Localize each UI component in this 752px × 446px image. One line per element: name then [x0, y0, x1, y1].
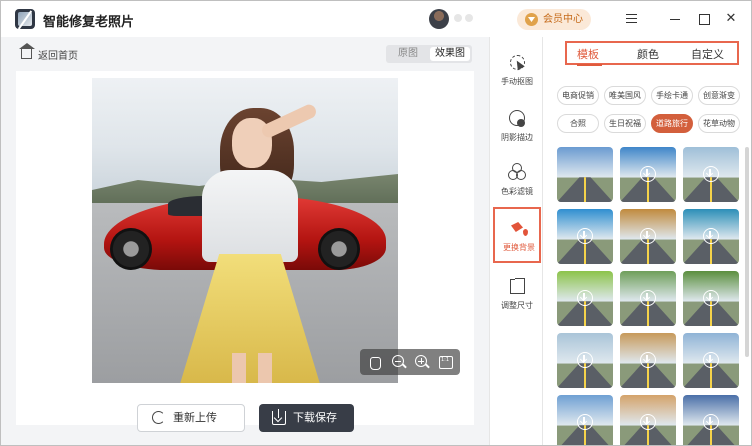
- template-thumbnail[interactable]: [557, 147, 613, 202]
- minimize-icon[interactable]: [666, 10, 684, 28]
- download-badge-icon: [703, 414, 719, 430]
- download-badge-icon: [640, 228, 656, 244]
- category-chip[interactable]: 合照: [557, 114, 599, 133]
- cutout-icon: [508, 53, 526, 71]
- bucket-icon: [510, 219, 528, 237]
- category-chip[interactable]: 电商促销: [557, 86, 599, 105]
- template-thumbnail[interactable]: [683, 147, 739, 202]
- template-thumbnail[interactable]: [620, 147, 676, 202]
- tool-label: 阴影描边: [501, 133, 533, 142]
- tab-color[interactable]: 颜色: [637, 46, 659, 62]
- resize-icon: [508, 277, 526, 295]
- download-label: 下载保存: [293, 411, 337, 424]
- vip-center-button[interactable]: 会员中心: [517, 9, 591, 30]
- zoom-in-icon[interactable]: [414, 354, 430, 370]
- preview-canvas: [16, 71, 474, 425]
- app-title: 智能修复老照片: [43, 15, 135, 30]
- category-chip[interactable]: 花草动物: [698, 114, 740, 133]
- category-chip[interactable]: 创意渐变: [698, 86, 740, 105]
- view-effect-button[interactable]: 效果图: [430, 47, 470, 61]
- tool-sidebar: 手动抠图 阴影描边 色彩滤镜 更换背景 调整尺寸: [489, 37, 543, 445]
- category-chip[interactable]: 唯美国风: [604, 86, 646, 105]
- category-chip[interactable]: 生日祝福: [604, 114, 646, 133]
- template-thumbnail[interactable]: [620, 271, 676, 326]
- template-thumbnail[interactable]: [620, 333, 676, 388]
- download-badge-icon: [640, 352, 656, 368]
- template-thumbnail[interactable]: [620, 209, 676, 264]
- vip-center-label: 会员中心: [543, 14, 583, 25]
- workspace: 返回首页 原图 效果图 1:1 重新上传 下载保存: [1, 37, 489, 445]
- panel-tabs: 模板 颜色 自定义: [565, 41, 739, 66]
- template-thumbnail[interactable]: [557, 209, 613, 264]
- back-home-label: 返回首页: [38, 51, 78, 62]
- category-chip[interactable]: 手绘卡通: [651, 86, 693, 105]
- download-badge-icon: [577, 414, 593, 430]
- close-icon[interactable]: ✕: [722, 10, 740, 28]
- tool-color-filter[interactable]: 色彩滤镜: [493, 153, 541, 209]
- tool-label: 调整尺寸: [501, 301, 533, 310]
- actual-size-icon[interactable]: [438, 354, 454, 370]
- panel-scrollbar[interactable]: [745, 147, 749, 357]
- user-status-dots: [454, 14, 480, 24]
- refresh-icon: [152, 411, 165, 424]
- category-chip-active[interactable]: 道路旅行: [651, 114, 693, 133]
- download-icon: [272, 409, 286, 425]
- template-thumbnail[interactable]: [557, 395, 613, 445]
- tool-manual-cutout[interactable]: 手动抠图: [493, 43, 541, 99]
- template-thumbnail[interactable]: [683, 271, 739, 326]
- app-logo-icon: [15, 9, 35, 29]
- home-icon: [19, 43, 35, 59]
- download-badge-icon: [577, 228, 593, 244]
- tool-label: 更换背景: [503, 243, 535, 252]
- zoom-toolbar: [360, 349, 460, 375]
- app-window: 智能修复老照片 会员中心 ✕ 返回首页 原图 效果图 1:1 重新上传 下载保存…: [0, 0, 752, 446]
- template-thumbnail[interactable]: [683, 333, 739, 388]
- zoom-out-icon[interactable]: [391, 354, 407, 370]
- tool-label: 手动抠图: [501, 77, 533, 86]
- reupload-label: 重新上传: [173, 411, 217, 424]
- download-badge-icon: [703, 352, 719, 368]
- tool-shadow-outline[interactable]: 阴影描边: [493, 99, 541, 155]
- download-badge-icon: [577, 290, 593, 306]
- reupload-button[interactable]: 重新上传: [137, 404, 245, 432]
- download-badge-icon: [703, 166, 719, 182]
- color-filter-icon: [508, 163, 526, 181]
- user-avatar[interactable]: [429, 9, 449, 29]
- shadow-icon: [508, 109, 526, 127]
- download-save-button[interactable]: 下载保存: [259, 404, 354, 432]
- view-toggle: 原图 效果图: [386, 45, 472, 63]
- background-panel: 模板 颜色 自定义 电商促销 唯美国风 手绘卡通 创意渐变 合照 生日祝福 道路…: [543, 37, 751, 445]
- template-thumbnail[interactable]: [557, 333, 613, 388]
- tab-custom[interactable]: 自定义: [691, 46, 724, 62]
- download-badge-icon: [640, 290, 656, 306]
- template-thumbnail[interactable]: [683, 395, 739, 445]
- template-thumbnail[interactable]: [557, 271, 613, 326]
- tab-template[interactable]: 模板: [577, 46, 599, 62]
- title-bar: 智能修复老照片 会员中心 ✕: [1, 1, 751, 37]
- template-thumbnail[interactable]: [683, 209, 739, 264]
- diamond-icon: [525, 13, 538, 26]
- hand-icon[interactable]: [367, 354, 383, 370]
- view-original-button[interactable]: 原图: [388, 47, 428, 61]
- active-tab-indicator: [577, 64, 602, 66]
- download-badge-icon: [640, 414, 656, 430]
- menu-icon[interactable]: [622, 10, 640, 28]
- template-thumbnail[interactable]: [620, 395, 676, 445]
- maximize-icon[interactable]: [695, 10, 713, 28]
- tool-change-background[interactable]: 更换背景: [493, 207, 541, 263]
- tool-resize[interactable]: 调整尺寸: [493, 267, 541, 323]
- download-badge-icon: [703, 228, 719, 244]
- download-badge-icon: [577, 352, 593, 368]
- download-badge-icon: [640, 166, 656, 182]
- download-badge-icon: [703, 290, 719, 306]
- tool-label: 色彩滤镜: [501, 187, 533, 196]
- preview-photo[interactable]: [92, 78, 398, 383]
